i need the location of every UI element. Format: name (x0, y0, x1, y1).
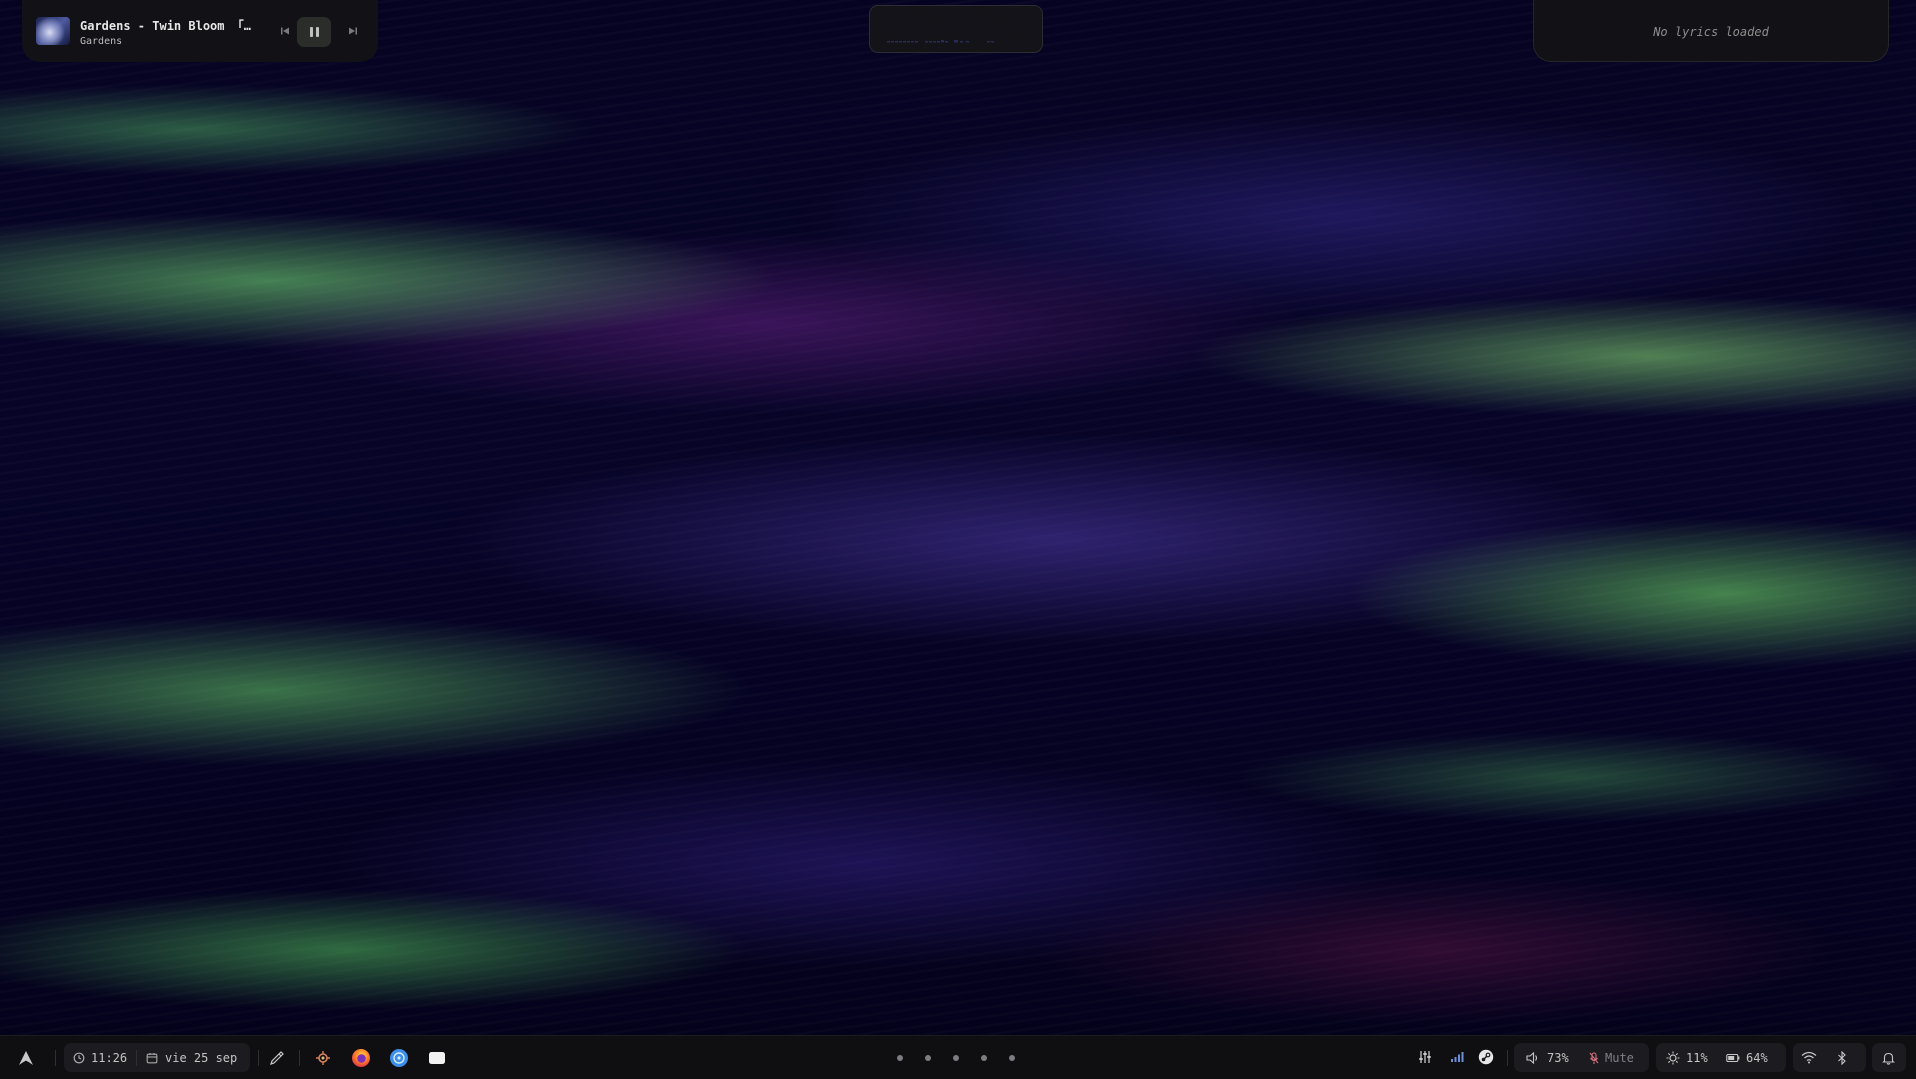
color-picker-button[interactable] (269, 1050, 285, 1066)
audio-visualizer (869, 5, 1043, 53)
media-player: Gardens - Twin Bloom 「… Gardens (22, 0, 378, 62)
battery-value: 64% (1746, 1051, 1768, 1065)
pause-icon (309, 27, 313, 37)
sun-icon (1666, 1051, 1680, 1065)
skip-previous-icon (281, 27, 289, 35)
battery-indicator[interactable] (1726, 1052, 1740, 1064)
workspace-indicator-4[interactable] (981, 1055, 987, 1061)
mic-muted-icon (1589, 1052, 1599, 1064)
next-track-button[interactable] (342, 20, 364, 42)
signal-bars-icon (1451, 1052, 1464, 1062)
blue-circle-app-icon (390, 1049, 408, 1067)
battery-icon (1726, 1053, 1740, 1063)
steam-tray-button[interactable] (1478, 1049, 1494, 1065)
bluetooth-icon (1838, 1051, 1846, 1065)
pinned-app-4[interactable] (428, 1050, 446, 1066)
separator (1507, 1050, 1508, 1066)
separator (55, 1050, 56, 1066)
workspace-indicator-5[interactable] (1009, 1055, 1015, 1061)
volume-control[interactable] (1526, 1052, 1539, 1064)
lyrics-panel: No lyrics loaded (1533, 0, 1889, 62)
mic-toggle[interactable] (1589, 1052, 1599, 1065)
chip-divider (136, 1050, 137, 1066)
pinned-app-firefox[interactable] (351, 1048, 371, 1068)
mixer-button[interactable] (1418, 1050, 1432, 1064)
pinned-app-3[interactable] (389, 1048, 409, 1068)
launcher-button[interactable] (18, 1050, 34, 1066)
desktop-wallpaper: Gardens - Twin Bloom 「… Gardens No lyric… (0, 0, 1916, 1079)
separator (258, 1050, 259, 1066)
skip-next-icon (349, 27, 357, 35)
wifi-button[interactable] (1801, 1051, 1817, 1064)
calendar-icon (146, 1052, 158, 1064)
steam-icon (1478, 1049, 1494, 1065)
workspace-indicator-3[interactable] (953, 1055, 959, 1061)
brightness-value: 11% (1686, 1051, 1708, 1065)
clock-icon (73, 1052, 85, 1064)
calendar-date: vie 25 sep (165, 1051, 238, 1065)
pause-button[interactable] (297, 17, 331, 47)
workspace-indicator-1[interactable] (897, 1055, 903, 1061)
clock-time: 11:26 (91, 1051, 128, 1065)
album-art (36, 17, 70, 45)
bell-icon (1882, 1051, 1895, 1065)
track-artist: Gardens (80, 36, 123, 47)
wifi-icon (1801, 1051, 1817, 1064)
workspace-indicator-2[interactable] (925, 1055, 931, 1061)
color-picker-icon (270, 1051, 284, 1065)
white-window-app-icon (429, 1052, 445, 1064)
equalizer-icon (1419, 1051, 1431, 1063)
track-title: Gardens - Twin Bloom 「… (80, 19, 251, 33)
firefox-icon (352, 1049, 370, 1067)
mic-label: Mute (1605, 1051, 1634, 1065)
pinned-app-1[interactable] (314, 1049, 332, 1067)
speaker-icon (1526, 1052, 1538, 1064)
taskbar: 11:26 vie 25 sep 73% Mute 11% 64% (0, 1035, 1916, 1079)
volume-value: 73% (1547, 1051, 1569, 1065)
separator (299, 1050, 300, 1066)
previous-track-button[interactable] (274, 20, 296, 42)
visualizer-bars (887, 40, 994, 43)
brightness-control[interactable] (1666, 1051, 1680, 1065)
signal-indicator[interactable] (1450, 1051, 1464, 1063)
gear-app-icon (316, 1051, 330, 1065)
bluetooth-button[interactable] (1837, 1051, 1847, 1065)
lyrics-status: No lyrics loaded (1653, 24, 1769, 39)
arch-logo-icon (19, 1051, 33, 1065)
